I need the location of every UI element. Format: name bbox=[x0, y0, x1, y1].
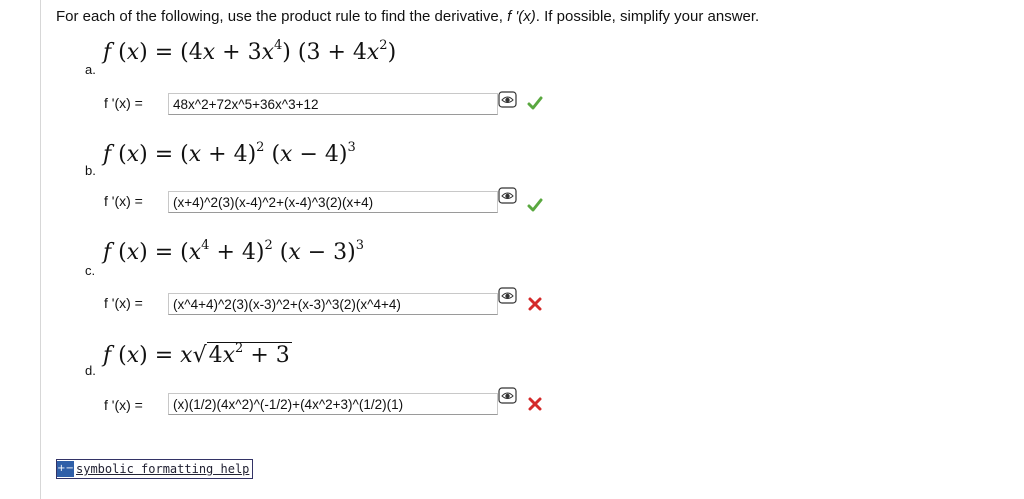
derivative-label: f '(x) = bbox=[104, 397, 143, 413]
problem-letter: b. bbox=[85, 163, 96, 178]
problem-expression: f (x) = (4x + 3x4) (3 + 4x2) bbox=[103, 38, 397, 65]
problem-letter: d. bbox=[85, 363, 96, 378]
problem-expression: f (x) = (x + 4)2 (x − 4)3 bbox=[103, 140, 356, 167]
problem-letter: a. bbox=[85, 62, 96, 77]
x-mark-icon bbox=[528, 297, 542, 311]
checkmark-icon bbox=[527, 198, 543, 212]
derivative-label: f '(x) = bbox=[104, 295, 143, 311]
eye-preview-icon[interactable] bbox=[498, 287, 518, 305]
instruction-fprime: f '(x) bbox=[507, 8, 536, 25]
problem-expression: f (x) = x√4x2 + 3 bbox=[103, 341, 292, 368]
instruction-text-end: . If possible, simplify your answer. bbox=[535, 8, 760, 25]
help-link-label: symbolic formatting help bbox=[76, 462, 250, 476]
x-mark-icon bbox=[528, 397, 542, 411]
derivative-label: f '(x) = bbox=[104, 95, 143, 111]
problem-letter: c. bbox=[85, 263, 96, 278]
answer-input[interactable]: (x)(1/2)(4x^2)^(-1/2)+(4x^2+3)^(1/2)(1) bbox=[168, 393, 498, 415]
derivative-label: f '(x) = bbox=[104, 193, 143, 209]
symbolic-formatting-help-link[interactable]: +− symbolic formatting help bbox=[56, 459, 254, 479]
eye-preview-icon[interactable] bbox=[498, 187, 518, 205]
instructions: For each of the following, use the produ… bbox=[56, 8, 759, 25]
answer-input[interactable]: (x+4)^2(3)(x-4)^2+(x-4)^3(2)(x+4) bbox=[168, 191, 498, 213]
instruction-text: For each of the following, use the produ… bbox=[56, 8, 508, 25]
checkmark-icon bbox=[527, 96, 543, 110]
question-panel: For each of the following, use the produ… bbox=[40, 0, 1024, 499]
problem-expression: f (x) = (x4 + 4)2 (x − 3)3 bbox=[103, 238, 365, 265]
help-plus-icon: +− bbox=[57, 461, 74, 477]
answer-input[interactable]: 48x^2+72x^5+36x^3+12 bbox=[168, 93, 498, 115]
eye-preview-icon[interactable] bbox=[498, 387, 518, 405]
answer-input[interactable]: (x^4+4)^2(3)(x-3)^2+(x-3)^3(2)(x^4+4) bbox=[168, 293, 498, 315]
eye-preview-icon[interactable] bbox=[498, 91, 518, 109]
